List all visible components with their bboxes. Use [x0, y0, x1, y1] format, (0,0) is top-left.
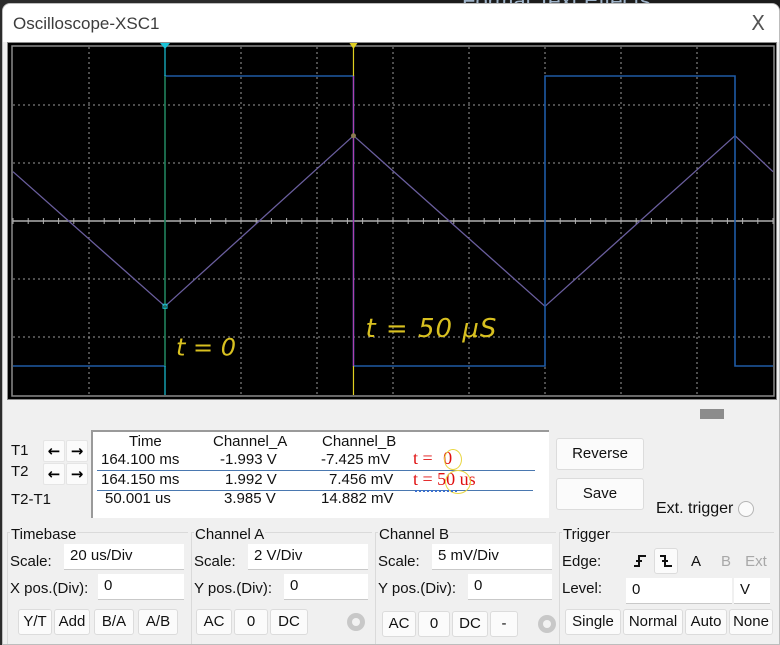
title-bar: Oscilloscope-XSC1 X — [3, 4, 779, 42]
trigger-title: Trigger — [562, 526, 611, 543]
channel-a-scale-field[interactable]: 2 V/Div — [248, 544, 368, 570]
mode-yt-button[interactable]: Y/T — [18, 609, 52, 635]
scrollbar-thumb[interactable] — [700, 409, 724, 419]
annotation-t0-handwritten: t = 0 — [176, 334, 236, 362]
channel-a-gnd-button[interactable]: 0 — [234, 609, 268, 635]
diff-channel-a: 3.985 V — [224, 490, 276, 507]
t2-t1-label: T2-T1 — [11, 491, 52, 508]
channel-b-group: Channel B Scale: 5 mV/Div Y pos.(Div): 0… — [375, 526, 556, 644]
channel-b-scale-label: Scale: — [378, 553, 420, 570]
header-channel-b: Channel_B — [322, 433, 397, 450]
channel-a-scale-label: Scale: — [194, 553, 236, 570]
trigger-edge-label: Edge: — [562, 553, 602, 570]
reverse-button[interactable]: Reverse — [556, 438, 644, 470]
ext-trigger-radio[interactable] — [738, 501, 754, 517]
timebase-xpos-label: X pos.(Div): — [10, 580, 89, 597]
trigger-normal-button[interactable]: Normal — [623, 609, 683, 635]
mode-ba-button[interactable]: B/A — [94, 609, 134, 635]
cursor2-intersection — [350, 133, 356, 139]
trigger-auto-button[interactable]: Auto — [685, 609, 727, 635]
channel-b-title: Channel B — [378, 526, 451, 543]
oscilloscope-window: Oscilloscope-XSC1 X t = 0 t = 50 μS T1 ← … — [2, 3, 780, 645]
row2-channel-b: 7.456 mV — [329, 471, 394, 488]
t1-label: T1 — [11, 442, 29, 459]
annotation-circle — [444, 449, 462, 470]
diff-time: 50.001 us — [105, 490, 171, 507]
trigger-level-unit[interactable]: V — [734, 578, 770, 604]
timebase-group: Timebase Scale: 20 us/Div X pos.(Div): 0… — [7, 526, 188, 644]
t2-label: T2 — [11, 463, 29, 480]
trigger-level-field[interactable]: 0 — [626, 578, 732, 604]
row2-time: 164.150 ms — [101, 471, 180, 488]
trigger-source-a-button[interactable]: A — [682, 548, 710, 574]
channel-a-title: Channel A — [194, 526, 266, 543]
oscilloscope-screen[interactable]: t = 0 t = 50 μS — [7, 42, 777, 400]
channel-b-dc-button[interactable]: DC — [452, 611, 488, 637]
timebase-xpos-field[interactable]: 0 — [98, 574, 184, 600]
close-icon[interactable]: X — [751, 11, 765, 35]
oscilloscope-display[interactable]: t = 0 t = 50 μS — [7, 42, 777, 400]
row1-channel-b: -7.425 mV — [321, 451, 391, 468]
channel-a-indicator-icon — [347, 613, 365, 631]
channel-b-invert-button[interactable]: - — [490, 611, 518, 637]
channel-a-ac-button[interactable]: AC — [196, 609, 232, 635]
t1-right-button[interactable]: → — [66, 440, 88, 462]
cursor-controls: T1 ← → T2 ← → T2-T1 — [11, 437, 91, 517]
window-title: Oscilloscope-XSC1 — [13, 14, 160, 33]
t1-left-button[interactable]: ← — [43, 440, 65, 462]
spellcheck-underline — [415, 487, 457, 492]
trigger-level-label: Level: — [562, 580, 603, 597]
timebase-title: Timebase — [10, 526, 78, 543]
channel-a-group: Channel A Scale: 2 V/Div Y pos.(Div): 0 … — [191, 526, 372, 644]
row1-time: 164.100 ms — [101, 451, 180, 468]
header-time: Time — [129, 433, 162, 450]
mode-add-button[interactable]: Add — [54, 609, 90, 635]
save-button[interactable]: Save — [556, 478, 644, 510]
mode-ab-button[interactable]: A/B — [138, 609, 178, 635]
timebase-scale-field[interactable]: 20 us/Div — [64, 544, 184, 570]
channel-b-ac-button[interactable]: AC — [382, 611, 416, 637]
ext-trigger-label: Ext. trigger — [656, 500, 734, 517]
trigger-none-button[interactable]: None — [729, 609, 773, 635]
rising-edge-button[interactable] — [628, 548, 652, 574]
cursor-readout-table: Time Channel_A Channel_B 164.100 ms -1.9… — [91, 430, 549, 518]
falling-edge-button[interactable] — [654, 548, 678, 574]
channel-b-indicator-icon — [538, 615, 556, 633]
header-channel-a: Channel_A — [213, 433, 288, 450]
channel-b-ypos-label: Y pos.(Div): — [378, 580, 457, 597]
timebase-scale-label: Scale: — [10, 553, 52, 570]
t2-left-button[interactable]: ← — [43, 463, 65, 485]
row2-channel-a: 1.992 V — [225, 471, 277, 488]
rising-edge-icon — [634, 555, 646, 567]
trigger-source-ext-button[interactable]: Ext — [740, 548, 772, 574]
t2-right-button[interactable]: → — [66, 463, 88, 485]
channel-b-scale-field[interactable]: 5 mV/Div — [432, 544, 552, 570]
channel-a-ypos-label: Y pos.(Div): — [194, 580, 273, 597]
diff-channel-b: 14.882 mV — [321, 490, 394, 507]
channel-b-gnd-button[interactable]: 0 — [418, 611, 450, 637]
channel-b-ypos-field[interactable]: 0 — [468, 574, 552, 600]
trigger-single-button[interactable]: Single — [565, 609, 621, 635]
annotation-t50-handwritten: t = 50 μS — [365, 314, 497, 344]
falling-edge-icon — [660, 555, 672, 567]
channel-a-dc-button[interactable]: DC — [270, 609, 308, 635]
trigger-source-b-button[interactable]: B — [712, 548, 740, 574]
trigger-group: Trigger Edge: A B Ext Level: 0 V Single … — [559, 526, 774, 644]
channel-a-ypos-field[interactable]: 0 — [284, 574, 368, 600]
row1-channel-a: -1.993 V — [220, 451, 277, 468]
